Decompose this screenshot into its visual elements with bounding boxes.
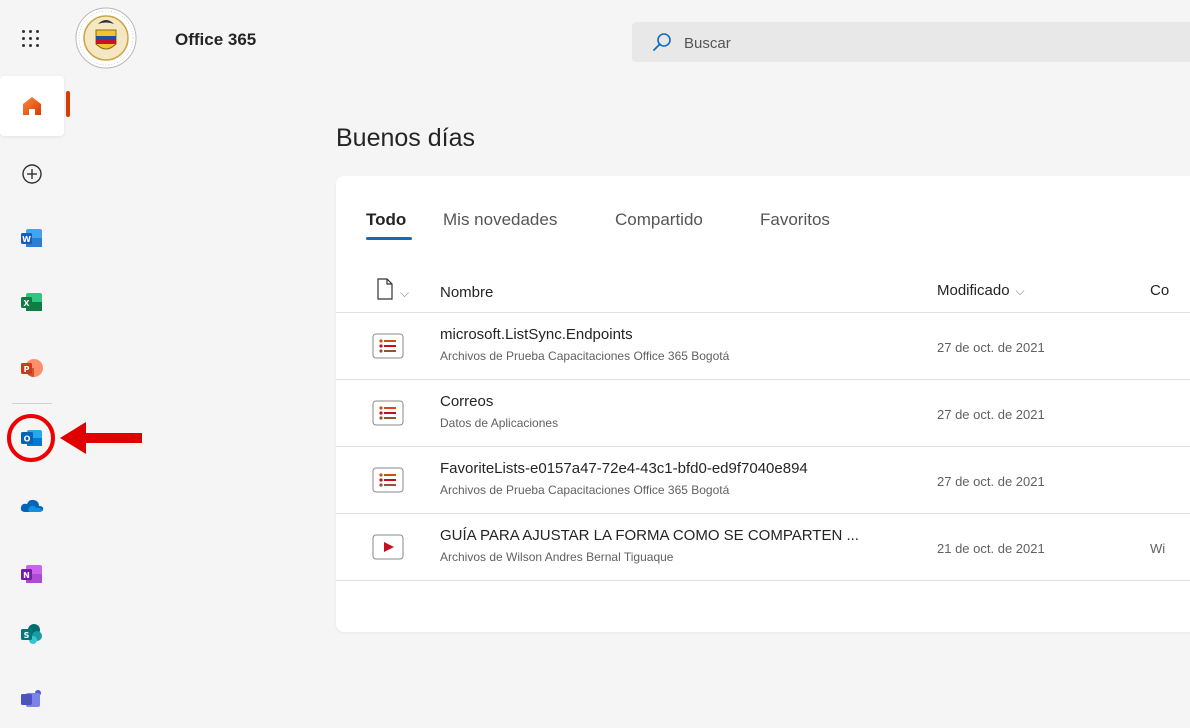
chevron-down-icon: ⌵ xyxy=(1015,284,1025,298)
file-modified: 27 de oct. de 2021 xyxy=(937,407,1045,422)
column-modified-label: Modificado xyxy=(937,282,1010,299)
rail-word-button[interactable]: W xyxy=(0,208,64,268)
onedrive-icon xyxy=(20,499,44,512)
onenote-icon: N xyxy=(21,565,42,583)
video-file-icon xyxy=(372,534,404,560)
plus-circle-icon xyxy=(22,164,42,184)
rail-divider xyxy=(12,403,52,404)
files-card: Todo Mis novedades Compartido Favoritos … xyxy=(336,176,1190,632)
file-type-column-icon[interactable] xyxy=(376,278,394,300)
table-row[interactable]: FavoriteLists-e0157a47-72e4-43c1-bfd0-ed… xyxy=(336,447,1190,514)
file-name[interactable]: FavoriteLists-e0157a47-72e4-43c1-bfd0-ed… xyxy=(440,460,808,477)
table-row[interactable]: microsoft.ListSync.Endpoints Archivos de… xyxy=(336,313,1190,380)
app-rail: W X P O N S xyxy=(0,76,64,707)
word-icon: W xyxy=(21,229,42,247)
sharepoint-icon: S xyxy=(21,624,42,644)
rail-powerpoint-button[interactable]: P xyxy=(0,338,64,398)
svg-text:P: P xyxy=(24,365,30,374)
svg-text:X: X xyxy=(23,299,30,308)
active-indicator xyxy=(66,91,70,117)
table-row[interactable]: GUÍA PARA AJUSTAR LA FORMA COMO SE COMPA… xyxy=(336,514,1190,581)
excel-icon: X xyxy=(21,293,42,311)
search-box[interactable] xyxy=(632,22,1190,62)
tab-mis-novedades[interactable]: Mis novedades xyxy=(443,210,557,230)
list-file-icon xyxy=(372,400,404,426)
file-name[interactable]: Correos xyxy=(440,393,493,410)
list-file-icon xyxy=(372,467,404,493)
column-name[interactable]: Nombre xyxy=(440,284,493,301)
rail-sharepoint-button[interactable]: S xyxy=(0,604,64,664)
table-header: ⌵ Nombre Modificado ⌵ Co xyxy=(336,268,1190,313)
rail-onenote-button[interactable]: N xyxy=(0,544,64,604)
table-row[interactable]: Correos Datos de Aplicaciones 27 de oct.… xyxy=(336,380,1190,447)
tab-favoritos[interactable]: Favoritos xyxy=(760,210,830,230)
organization-seal-logo xyxy=(75,7,137,69)
greeting-heading: Buenos días xyxy=(336,124,475,152)
file-modified: 21 de oct. de 2021 xyxy=(937,541,1045,556)
svg-text:N: N xyxy=(23,571,30,580)
search-input[interactable] xyxy=(682,30,1166,56)
file-location: Datos de Aplicaciones xyxy=(440,416,559,430)
active-tab-underline xyxy=(366,237,412,240)
svg-text:S: S xyxy=(24,631,30,640)
file-modified: 27 de oct. de 2021 xyxy=(937,474,1045,489)
file-location: Archivos de Prueba Capacitaciones Office… xyxy=(440,483,730,497)
rail-excel-button[interactable]: X xyxy=(0,272,64,332)
app-launcher-icon[interactable] xyxy=(22,30,40,48)
chevron-down-icon[interactable]: ⌵ xyxy=(400,286,409,301)
annotation-arrow-icon xyxy=(60,422,142,454)
file-name[interactable]: microsoft.ListSync.Endpoints xyxy=(440,326,633,343)
rail-home-button[interactable] xyxy=(0,76,64,136)
top-bar: Office 365 xyxy=(0,0,1190,76)
file-extra: Wi xyxy=(1150,541,1166,556)
column-modified[interactable]: Modificado ⌵ xyxy=(937,282,1025,299)
teams-icon xyxy=(21,690,41,707)
rail-onedrive-button[interactable] xyxy=(0,476,64,536)
column-extra[interactable]: Co xyxy=(1150,282,1169,299)
powerpoint-icon: P xyxy=(21,359,43,377)
annotation-circle xyxy=(7,414,55,462)
tab-compartido[interactable]: Compartido xyxy=(615,210,703,230)
search-icon xyxy=(653,33,671,51)
tab-todo[interactable]: Todo xyxy=(366,210,406,230)
home-icon xyxy=(23,97,41,115)
list-file-icon xyxy=(372,333,404,359)
rail-teams-button[interactable] xyxy=(0,668,64,728)
file-name[interactable]: GUÍA PARA AJUSTAR LA FORMA COMO SE COMPA… xyxy=(440,527,859,544)
file-modified: 27 de oct. de 2021 xyxy=(937,340,1045,355)
file-location: Archivos de Wilson Andres Bernal Tiguaqu… xyxy=(440,550,674,564)
file-location: Archivos de Prueba Capacitaciones Office… xyxy=(440,349,730,363)
app-title[interactable]: Office 365 xyxy=(175,30,256,50)
rail-create-button[interactable] xyxy=(0,144,64,204)
svg-text:W: W xyxy=(22,235,31,244)
